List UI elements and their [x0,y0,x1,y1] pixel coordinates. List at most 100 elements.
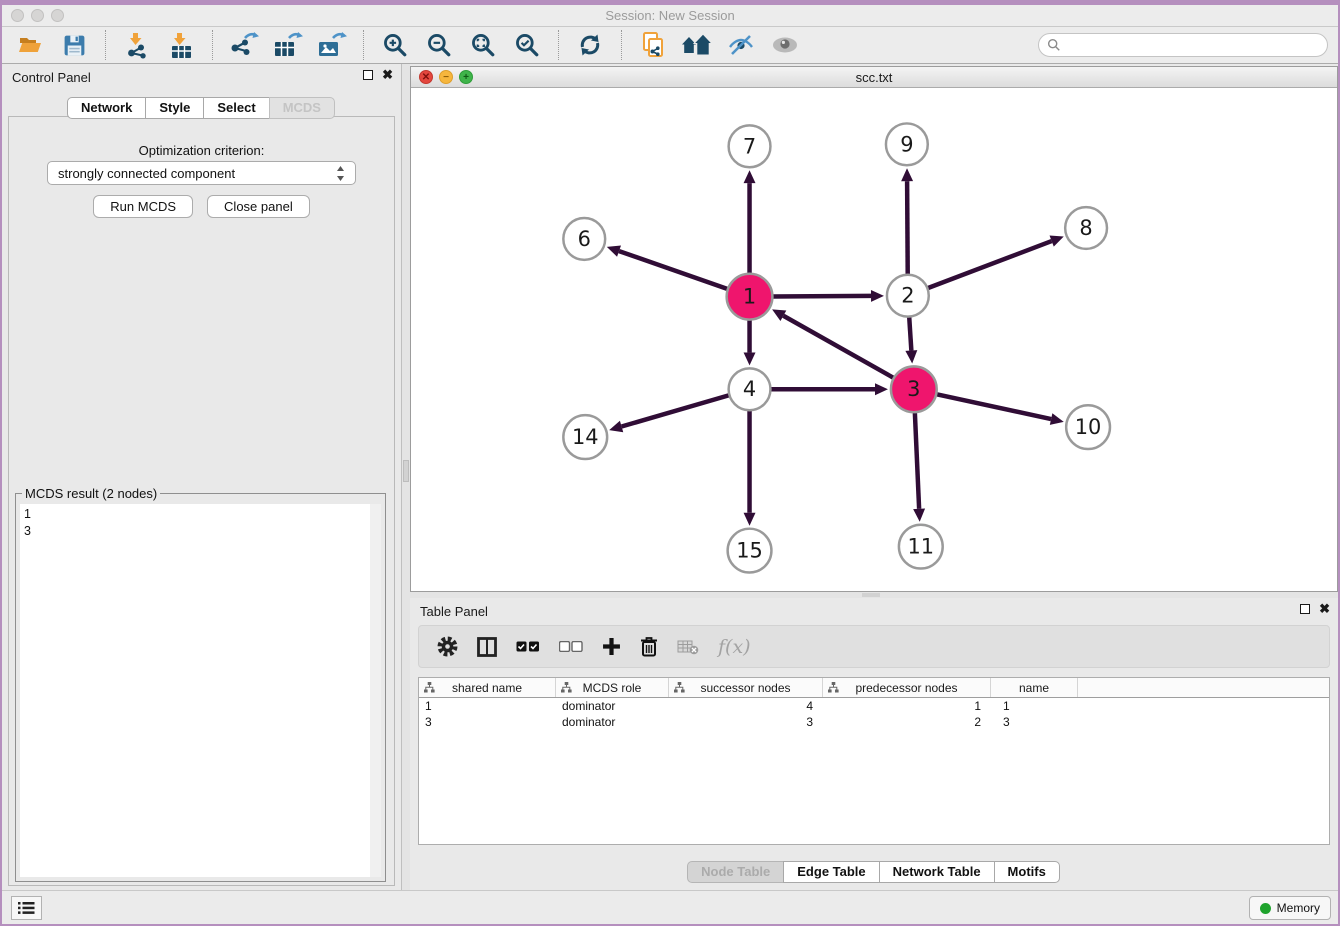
table-cell[interactable]: 3 [991,714,1078,730]
graph-edge-1-6[interactable] [619,251,728,289]
graph-node-label: 7 [743,134,756,158]
close-panel-button[interactable]: Close panel [207,195,310,218]
network-canvas[interactable]: 7968124314101511 [411,88,1337,591]
float-panel-icon[interactable] [363,70,373,80]
float-panel-icon[interactable] [1300,604,1310,614]
mcds-result-text[interactable]: 13 [20,504,381,877]
graph-edge-arrow [607,245,621,256]
splitter-grip[interactable] [862,593,880,597]
tab-motifs[interactable]: Motifs [994,861,1060,883]
graph-node-label: 4 [743,377,756,401]
delete-button[interactable] [640,636,658,657]
zoom-selected-button[interactable] [509,29,545,61]
graph-edge-arrow [744,170,756,183]
memory-status-icon [1260,903,1271,914]
open-session-button[interactable] [12,29,48,61]
export-table-button[interactable] [270,29,306,61]
task-history-button[interactable] [11,896,42,920]
tab-edge-table[interactable]: Edge Table [783,861,879,883]
delete-table-button[interactable] [677,639,699,655]
search-input[interactable] [1066,38,1319,52]
table-cell[interactable]: 3 [669,714,823,730]
zoom-fit-button[interactable] [465,29,501,61]
close-panel-icon[interactable]: ✖ [1319,604,1330,614]
zoom-in-button[interactable] [377,29,413,61]
first-neighbors-button[interactable] [679,29,715,61]
list-icon [18,901,35,915]
table-row[interactable]: 3dominator323 [419,714,1329,730]
graph-edge-2-9[interactable] [907,181,908,275]
zoom-out-button[interactable] [421,29,457,61]
table-cell[interactable]: 1 [419,698,556,714]
table-cell[interactable]: 2 [823,714,991,730]
graph-edge-3-10[interactable] [936,394,1051,419]
add-row-button[interactable] [602,637,621,656]
graph-edge-4-14[interactable] [622,395,730,426]
tab-select[interactable]: Select [203,97,269,119]
control-panel: Control Panel ✖ Network Style Select MCD… [2,64,402,890]
application-window: Session: New Session [0,0,1340,926]
network-window-titlebar[interactable]: ✕ − + scc.txt [411,67,1337,88]
column-header-name[interactable]: name [991,678,1078,697]
table-cell-filler [1078,698,1329,714]
graph-edge-1-2[interactable] [772,296,871,297]
tab-mcds[interactable]: MCDS [269,97,335,119]
network-window: ✕ − + scc.txt 7968124314101511 [410,66,1338,592]
hide-selected-button[interactable] [723,29,759,61]
graph-node-label: 9 [900,132,913,156]
column-header-mcds-role[interactable]: MCDS role [556,678,669,697]
zoom-fit-icon [470,32,496,58]
close-panel-icon[interactable]: ✖ [382,70,393,80]
hierarchy-icon [424,682,435,693]
table-row[interactable]: 1dominator411 [419,698,1329,714]
graph-edge-arrow [609,421,623,432]
column-header-shared-name[interactable]: shared name [419,678,556,697]
show-all-button[interactable] [767,29,803,61]
tab-node-table[interactable]: Node Table [687,861,784,883]
houses-icon [681,32,713,58]
table-cell[interactable]: 1 [991,698,1078,714]
control-panel-title: Control Panel [12,70,91,85]
hierarchy-icon [674,682,685,693]
column-layout-button[interactable] [477,637,497,657]
export-network-button[interactable] [226,29,262,61]
table-settings-button[interactable] [437,636,458,657]
graph-edge-2-8[interactable] [927,241,1051,288]
import-table-icon [168,32,194,59]
trash-icon [640,636,658,657]
select-all-button[interactable] [516,641,540,652]
save-session-button[interactable] [56,29,92,61]
table-cell[interactable]: dominator [556,714,669,730]
result-scrollbar[interactable] [370,504,381,877]
import-network-button[interactable] [119,29,155,61]
refresh-button[interactable] [572,29,608,61]
vertical-splitter[interactable] [402,64,410,890]
new-network-from-selection-button[interactable] [635,29,671,61]
column-header-predecessor-nodes[interactable]: predecessor nodes [823,678,991,697]
table-cell[interactable]: 3 [419,714,556,730]
function-builder-button[interactable]: f(x) [718,636,751,658]
tab-network[interactable]: Network [67,97,146,119]
network-graph[interactable]: 7968124314101511 [411,88,1337,591]
import-table-button[interactable] [163,29,199,61]
criterion-dropdown[interactable]: strongly connected component [47,161,356,185]
graph-edge-3-1[interactable] [783,316,894,378]
deselect-all-button[interactable] [559,641,583,652]
export-image-button[interactable] [314,29,350,61]
graph-edge-3-11[interactable] [915,412,919,509]
table-cell[interactable]: dominator [556,698,669,714]
graph-node-label: 10 [1075,415,1102,439]
run-mcds-button[interactable]: Run MCDS [93,195,193,218]
tab-network-table[interactable]: Network Table [879,861,995,883]
mcds-result-line: 1 [24,506,377,523]
memory-button[interactable]: Memory [1249,896,1331,920]
column-header-successor-nodes[interactable]: successor nodes [669,678,823,697]
graph-edge-arrow [871,290,884,302]
network-title: scc.txt [411,70,1337,85]
control-panel-tabs: Network Style Select MCDS [2,97,401,119]
table-cell[interactable]: 4 [669,698,823,714]
graph-edge-2-3[interactable] [909,317,911,351]
tab-style[interactable]: Style [145,97,204,119]
table-cell[interactable]: 1 [823,698,991,714]
splitter-grip[interactable] [403,460,409,482]
